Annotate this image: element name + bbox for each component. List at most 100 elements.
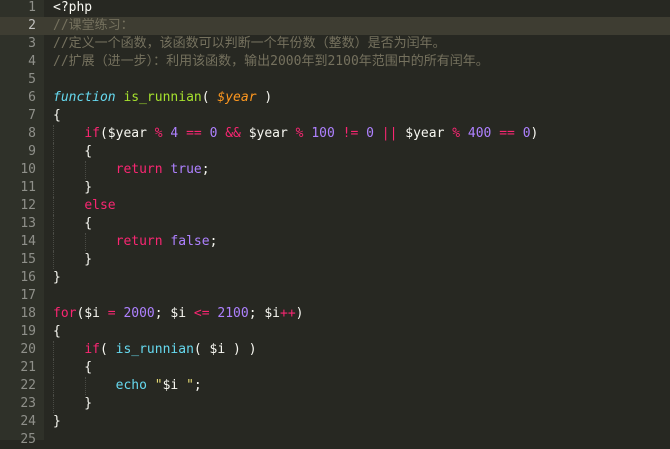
code-line[interactable]: 8 if($year % 4 == 0 && $year % 100 != 0 … <box>0 125 670 143</box>
code-token-default: } <box>53 396 93 411</box>
code-token-keyword: = <box>107 306 116 321</box>
code-token-keyword: return <box>115 162 163 177</box>
line-number: 25 <box>20 432 36 447</box>
code-line[interactable]: 2 //课堂练习： <box>0 17 670 35</box>
code-text[interactable]: //课堂练习： <box>53 17 134 35</box>
code-token-default: ; <box>201 162 210 177</box>
code-text[interactable]: echo "$i "; <box>53 377 202 395</box>
code-text[interactable]: return true; <box>53 161 210 179</box>
line-number: 13 <box>20 216 36 231</box>
code-token-default: ; $i <box>248 306 281 321</box>
code-token-keyword: else <box>84 198 116 213</box>
code-token-number: 2100 <box>217 306 249 321</box>
code-text[interactable]: } <box>53 413 61 431</box>
code-token-keyword: <= <box>193 306 210 321</box>
code-text[interactable]: return false; <box>53 233 218 251</box>
line-number: 2 <box>28 18 36 33</box>
code-token-default: ($i <box>76 306 108 321</box>
code-text[interactable]: else <box>53 197 116 215</box>
code-line[interactable]: 12 else <box>0 197 670 215</box>
code-line[interactable]: 4 //扩展（进一步）：利用该函数，输出2000年到2100年范围中的所有闰年。 <box>0 53 670 71</box>
code-token-keyword: == <box>499 126 515 141</box>
code-token-number: 400 <box>467 126 492 141</box>
code-line[interactable]: 9 { <box>0 143 670 161</box>
code-line[interactable]: 13 { <box>0 215 670 233</box>
code-token-default: } <box>53 252 93 267</box>
code-text[interactable]: { <box>53 215 92 233</box>
line-number: 23 <box>20 396 36 411</box>
code-line[interactable]: 3 //定义一个函数，该函数可以判断一个年份数（整数）是否为闰年。 <box>0 35 670 53</box>
code-line[interactable]: 14 return false; <box>0 233 670 251</box>
code-token-default: ( $i ) ) <box>193 342 257 357</box>
code-text[interactable]: } <box>53 269 61 287</box>
code-line[interactable]: 16} <box>0 269 670 287</box>
line-number: 1 <box>28 0 36 15</box>
code-token-default: ; $i <box>154 306 194 321</box>
code-line[interactable]: 23 } <box>0 395 670 413</box>
line-number: 20 <box>20 342 36 357</box>
code-token-keyword: || <box>381 126 398 141</box>
code-token-default: } <box>53 414 61 429</box>
code-token-number: false <box>170 234 210 249</box>
code-token-number: 100 <box>311 126 335 141</box>
code-token-storage: function <box>53 90 116 105</box>
code-token-default <box>358 126 366 141</box>
line-number: 24 <box>20 414 36 429</box>
code-token-default: ($year <box>99 126 155 141</box>
code-text[interactable]: { <box>53 143 92 161</box>
line-number: 17 <box>20 288 36 303</box>
line-number: 18 <box>20 306 36 321</box>
code-token-default: $i <box>162 378 179 393</box>
code-text[interactable]: //扩展（进一步）：利用该函数，输出2000年到2100年范围中的所有闰年。 <box>53 53 489 71</box>
code-line[interactable]: 25 <box>0 431 670 449</box>
line-number: 16 <box>20 270 36 285</box>
code-line[interactable]: 15 } <box>0 251 670 269</box>
code-text[interactable]: } <box>53 251 92 269</box>
code-text[interactable]: //定义一个函数，该函数可以判断一个年份数（整数）是否为闰年。 <box>53 35 446 53</box>
code-text[interactable]: { <box>53 323 61 341</box>
line-number: 9 <box>28 144 36 159</box>
code-token-default <box>178 126 186 141</box>
code-line[interactable]: 21 { <box>0 359 670 377</box>
code-token-default: } <box>53 180 93 195</box>
code-line[interactable]: 19 { <box>0 323 670 341</box>
code-line[interactable]: 11 } <box>0 179 670 197</box>
code-text[interactable]: if($year % 4 == 0 && $year % 100 != 0 ||… <box>53 125 538 143</box>
code-token-keyword: % <box>295 126 304 141</box>
code-line[interactable]: 7{ <box>0 107 670 125</box>
code-text[interactable]: for($i = 2000; $i <= 2100; $i++) <box>53 305 304 323</box>
code-line[interactable]: 17 <box>0 287 670 305</box>
line-number: 10 <box>20 162 36 177</box>
code-line[interactable]: 20 if( is_runnian( $i ) ) <box>0 341 670 359</box>
line-number: 14 <box>20 234 36 249</box>
code-line[interactable]: 22 echo "$i "; <box>0 377 670 395</box>
code-line[interactable]: 24} <box>0 413 670 431</box>
line-number: 15 <box>20 252 36 267</box>
code-text[interactable]: } <box>53 179 92 197</box>
code-token-default: $year <box>397 126 453 141</box>
code-text[interactable]: if( is_runnian( $i ) ) <box>53 341 257 359</box>
code-line[interactable]: 5 <box>0 71 670 89</box>
code-token-keyword: % <box>452 126 461 141</box>
line-number: 8 <box>28 126 36 141</box>
code-token-default <box>202 126 210 141</box>
code-token-default: ( <box>201 90 218 105</box>
code-editor[interactable]: 1 <?php 2 //课堂练习： 3 //定义一个函数，该函数可以判断一个年份数（整数）… <box>0 0 670 447</box>
code-token-default: } <box>53 270 61 285</box>
code-text[interactable]: } <box>53 395 92 413</box>
code-token-number: true <box>170 162 202 177</box>
code-line[interactable]: 6 function is_runnian( $year ) <box>0 89 670 107</box>
code-token-default: ) <box>256 90 273 105</box>
code-line[interactable]: 10 return true; <box>0 161 670 179</box>
line-number: 7 <box>28 108 36 123</box>
code-line[interactable]: 1 <?php <box>0 0 670 17</box>
line-number: 22 <box>20 378 36 393</box>
code-text[interactable]: function is_runnian( $year ) <box>53 89 272 107</box>
code-token-number: 0 <box>366 126 374 141</box>
code-text[interactable]: <?php <box>53 0 92 17</box>
code-token-default <box>53 234 116 249</box>
code-text[interactable]: { <box>53 359 92 377</box>
code-token-default: { <box>53 216 93 231</box>
code-line[interactable]: 18 for($i = 2000; $i <= 2100; $i++) <box>0 305 670 323</box>
code-text[interactable]: { <box>53 107 61 125</box>
